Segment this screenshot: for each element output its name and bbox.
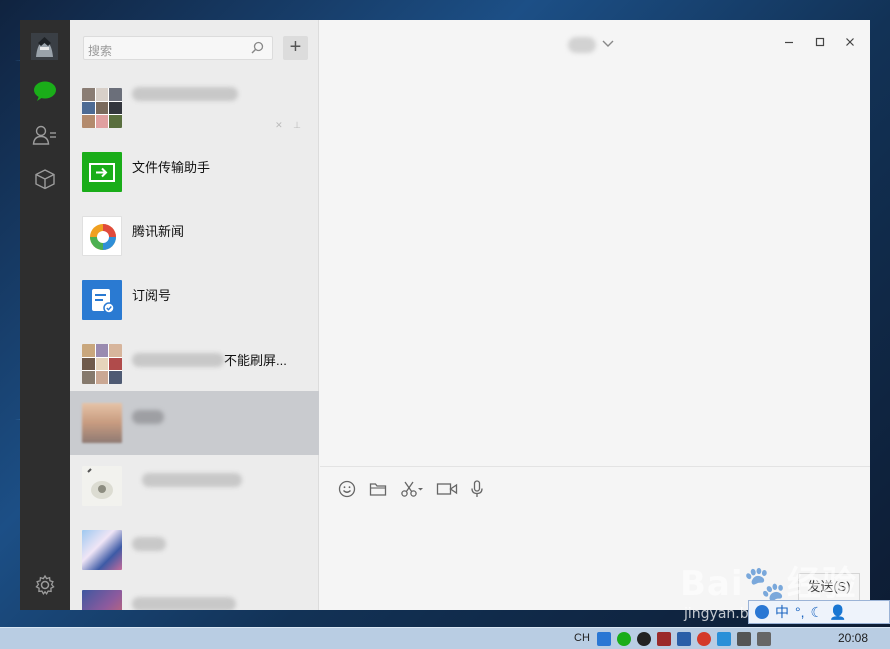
ime-user-icon[interactable]: 👤 xyxy=(829,604,846,621)
conversation-title: 不能刷屏... xyxy=(132,350,287,369)
ime-punctuation-icon[interactable]: °, xyxy=(795,604,805,620)
watermark-logo: Bai🐾经验 xyxy=(680,564,857,604)
sidebar-rail xyxy=(20,20,70,610)
group-avatar xyxy=(82,88,122,128)
conversation-item[interactable]: ✕ ⊥ xyxy=(70,76,319,140)
chat-icon[interactable] xyxy=(32,78,58,104)
search-icon[interactable] xyxy=(251,41,264,57)
contact-avatar xyxy=(82,530,122,570)
scissors-icon[interactable] xyxy=(400,479,424,499)
conversation-title xyxy=(132,595,236,610)
tencent-news-icon xyxy=(82,216,122,256)
taskbar: CH 20:08 xyxy=(0,627,890,649)
user-avatar[interactable] xyxy=(31,33,58,60)
taskbar-clock[interactable]: 20:08 xyxy=(838,631,868,645)
conversation-item[interactable] xyxy=(70,518,319,582)
system-tray xyxy=(597,631,777,647)
conversation-item[interactable]: 不能刷屏... xyxy=(70,332,319,396)
ime-tray-icon[interactable] xyxy=(597,632,611,646)
language-indicator[interactable]: CH xyxy=(574,632,590,644)
wechat-window: 搜索 + ✕ ⊥ 文件传输助手 腾讯新闻 订阅号 不能刷屏... 发送(S) xyxy=(20,20,870,610)
app-tray-icon[interactable] xyxy=(657,632,671,646)
conversation-title: 腾讯新闻 xyxy=(132,224,185,239)
conversation-title xyxy=(132,85,238,101)
folder-icon[interactable] xyxy=(369,479,387,499)
chat-contact-name[interactable] xyxy=(568,37,596,53)
file-transfer-icon xyxy=(82,152,122,192)
security-tray-icon[interactable] xyxy=(697,632,711,646)
ime-logo-icon xyxy=(755,605,769,619)
conversation-item[interactable] xyxy=(70,454,319,518)
search-input[interactable]: 搜索 xyxy=(83,36,273,60)
conversation-title: 订阅号 xyxy=(132,288,172,303)
ime-mode[interactable]: 中 xyxy=(775,602,789,622)
conversation-item[interactable] xyxy=(70,578,319,610)
conversation-item[interactable]: 文件传输助手 xyxy=(70,140,319,204)
video-call-icon[interactable] xyxy=(436,479,458,499)
maximize-button[interactable] xyxy=(811,34,829,52)
group-avatar xyxy=(82,344,122,384)
wechat-tray-icon[interactable] xyxy=(617,632,631,646)
chat-header xyxy=(320,20,870,70)
microphone-icon[interactable] xyxy=(470,479,484,499)
ime-toolbar[interactable]: 中 °, ☾ 👤 xyxy=(748,600,890,624)
subscriptions-icon xyxy=(82,280,122,320)
minimize-button[interactable] xyxy=(780,34,798,52)
conversation-title: 文件传输助手 xyxy=(132,160,211,175)
mute-pin-icons: ✕ ⊥ xyxy=(275,120,305,130)
conversation-list: 搜索 + ✕ ⊥ 文件传输助手 腾讯新闻 订阅号 不能刷屏... xyxy=(70,20,319,610)
conversation-title xyxy=(132,408,164,424)
close-button[interactable] xyxy=(841,34,859,52)
conversation-item[interactable]: 腾讯新闻 xyxy=(70,204,319,268)
display-tray-icon[interactable] xyxy=(737,632,751,646)
contacts-icon[interactable] xyxy=(32,122,58,148)
chevron-down-icon[interactable] xyxy=(601,37,615,51)
settings-icon[interactable] xyxy=(32,572,58,598)
chat-pane: 发送(S) xyxy=(320,20,870,610)
volume-icon[interactable] xyxy=(757,632,771,646)
emoji-icon[interactable] xyxy=(338,479,356,499)
search-placeholder: 搜索 xyxy=(88,44,113,58)
conversation-title xyxy=(132,535,166,551)
shield-icon[interactable] xyxy=(717,632,731,646)
network-tray-icon[interactable] xyxy=(677,632,691,646)
contact-avatar xyxy=(82,403,122,443)
conversation-title-suffix: 不能刷屏... xyxy=(224,353,287,368)
ime-moon-icon[interactable]: ☾ xyxy=(811,604,824,621)
contact-avatar xyxy=(82,590,122,610)
conversation-title xyxy=(132,471,242,487)
favorites-icon[interactable] xyxy=(32,166,58,192)
qq-tray-icon[interactable] xyxy=(637,632,651,646)
conversation-item-selected[interactable] xyxy=(70,391,319,455)
conversation-item[interactable]: 订阅号 xyxy=(70,268,319,332)
contact-avatar xyxy=(82,466,122,506)
add-chat-button[interactable]: + xyxy=(283,36,308,60)
